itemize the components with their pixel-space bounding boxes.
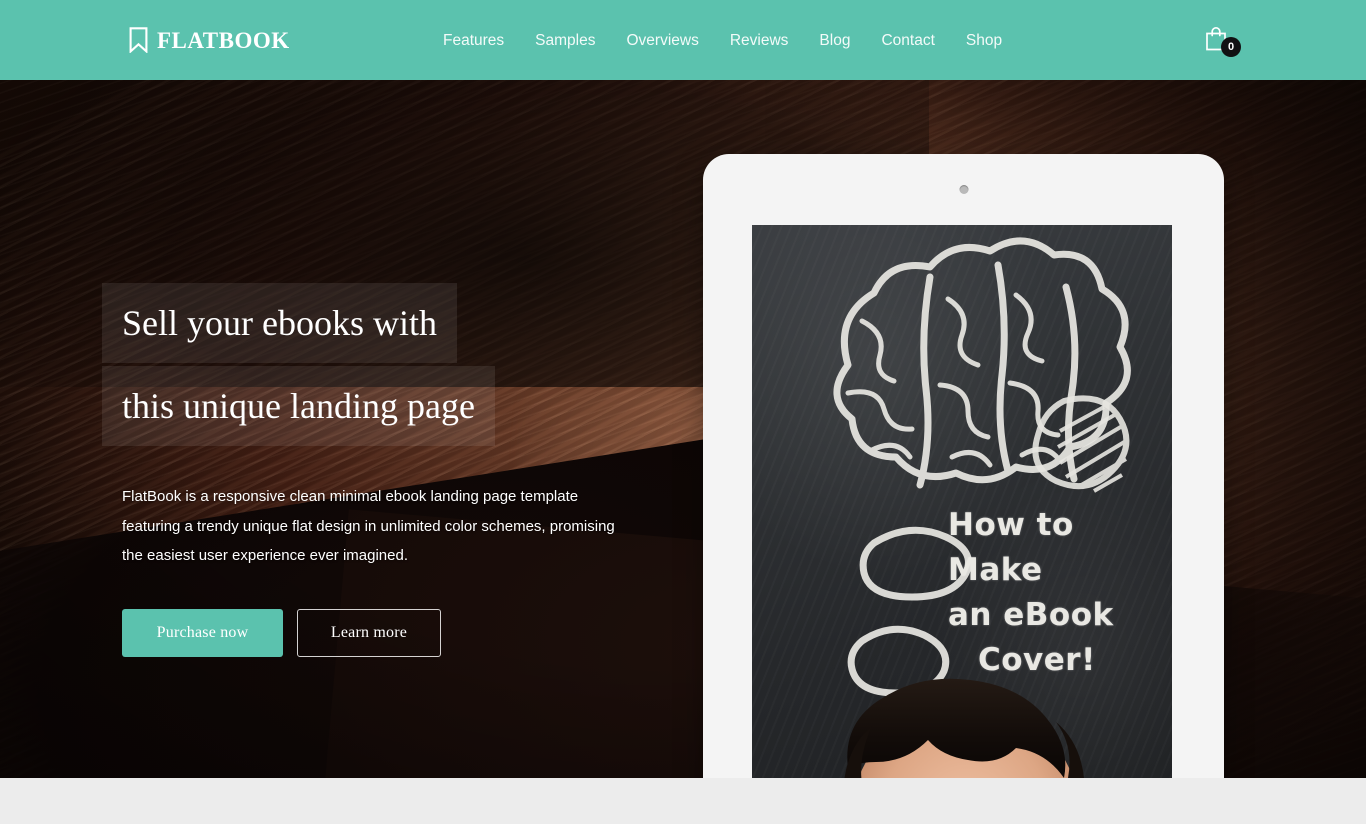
nav-item-blog[interactable]: Blog: [819, 30, 881, 52]
nav-item-features[interactable]: Features: [443, 30, 535, 52]
ebook-cover-photo-face: [752, 642, 1172, 778]
nav-item-overviews[interactable]: Overviews: [626, 30, 729, 52]
nav-item-samples[interactable]: Samples: [535, 30, 626, 52]
ebook-cover-artwork: How to Make an eBook Cover!: [752, 225, 1172, 778]
headline-line-1: Sell your ebooks with: [102, 283, 457, 363]
tablet-screen: How to Make an eBook Cover!: [752, 225, 1172, 778]
learn-more-button[interactable]: Learn more: [297, 608, 441, 657]
hero-section: Sell your ebooks with this unique landin…: [0, 80, 1366, 778]
hero-copy: Sell your ebooks with this unique landin…: [102, 283, 682, 657]
nav-item-reviews[interactable]: Reviews: [730, 30, 820, 52]
main-nav: Features Samples Overviews Reviews Blog …: [443, 30, 1002, 52]
nav-item-contact[interactable]: Contact: [881, 30, 965, 52]
cart-count-badge: 0: [1221, 37, 1241, 57]
ebook-cover-title-line-2: an eBook: [948, 597, 1114, 633]
logo-text: FLATBOOK: [157, 27, 290, 53]
hero-description: FlatBook is a responsive clean minimal e…: [122, 488, 615, 564]
page-title: Sell your ebooks with this unique landin…: [102, 283, 682, 446]
tablet-mockup: How to Make an eBook Cover!: [703, 154, 1224, 778]
purchase-now-button[interactable]: Purchase now: [122, 608, 283, 657]
cart-button[interactable]: 0: [1204, 25, 1244, 59]
ebook-cover-title-line-1: How to Make: [948, 507, 1074, 588]
tablet-camera-dot: [959, 185, 968, 194]
logo[interactable]: FLATBOOK: [129, 27, 290, 53]
bookmark-icon: [129, 27, 148, 53]
below-fold-section: [0, 778, 1366, 824]
site-header: FLATBOOK Features Samples Overviews Revi…: [0, 0, 1366, 80]
nav-item-shop[interactable]: Shop: [966, 30, 1002, 52]
headline-line-2: this unique landing page: [102, 366, 495, 446]
hero-actions: Purchase now Learn more: [122, 608, 682, 657]
